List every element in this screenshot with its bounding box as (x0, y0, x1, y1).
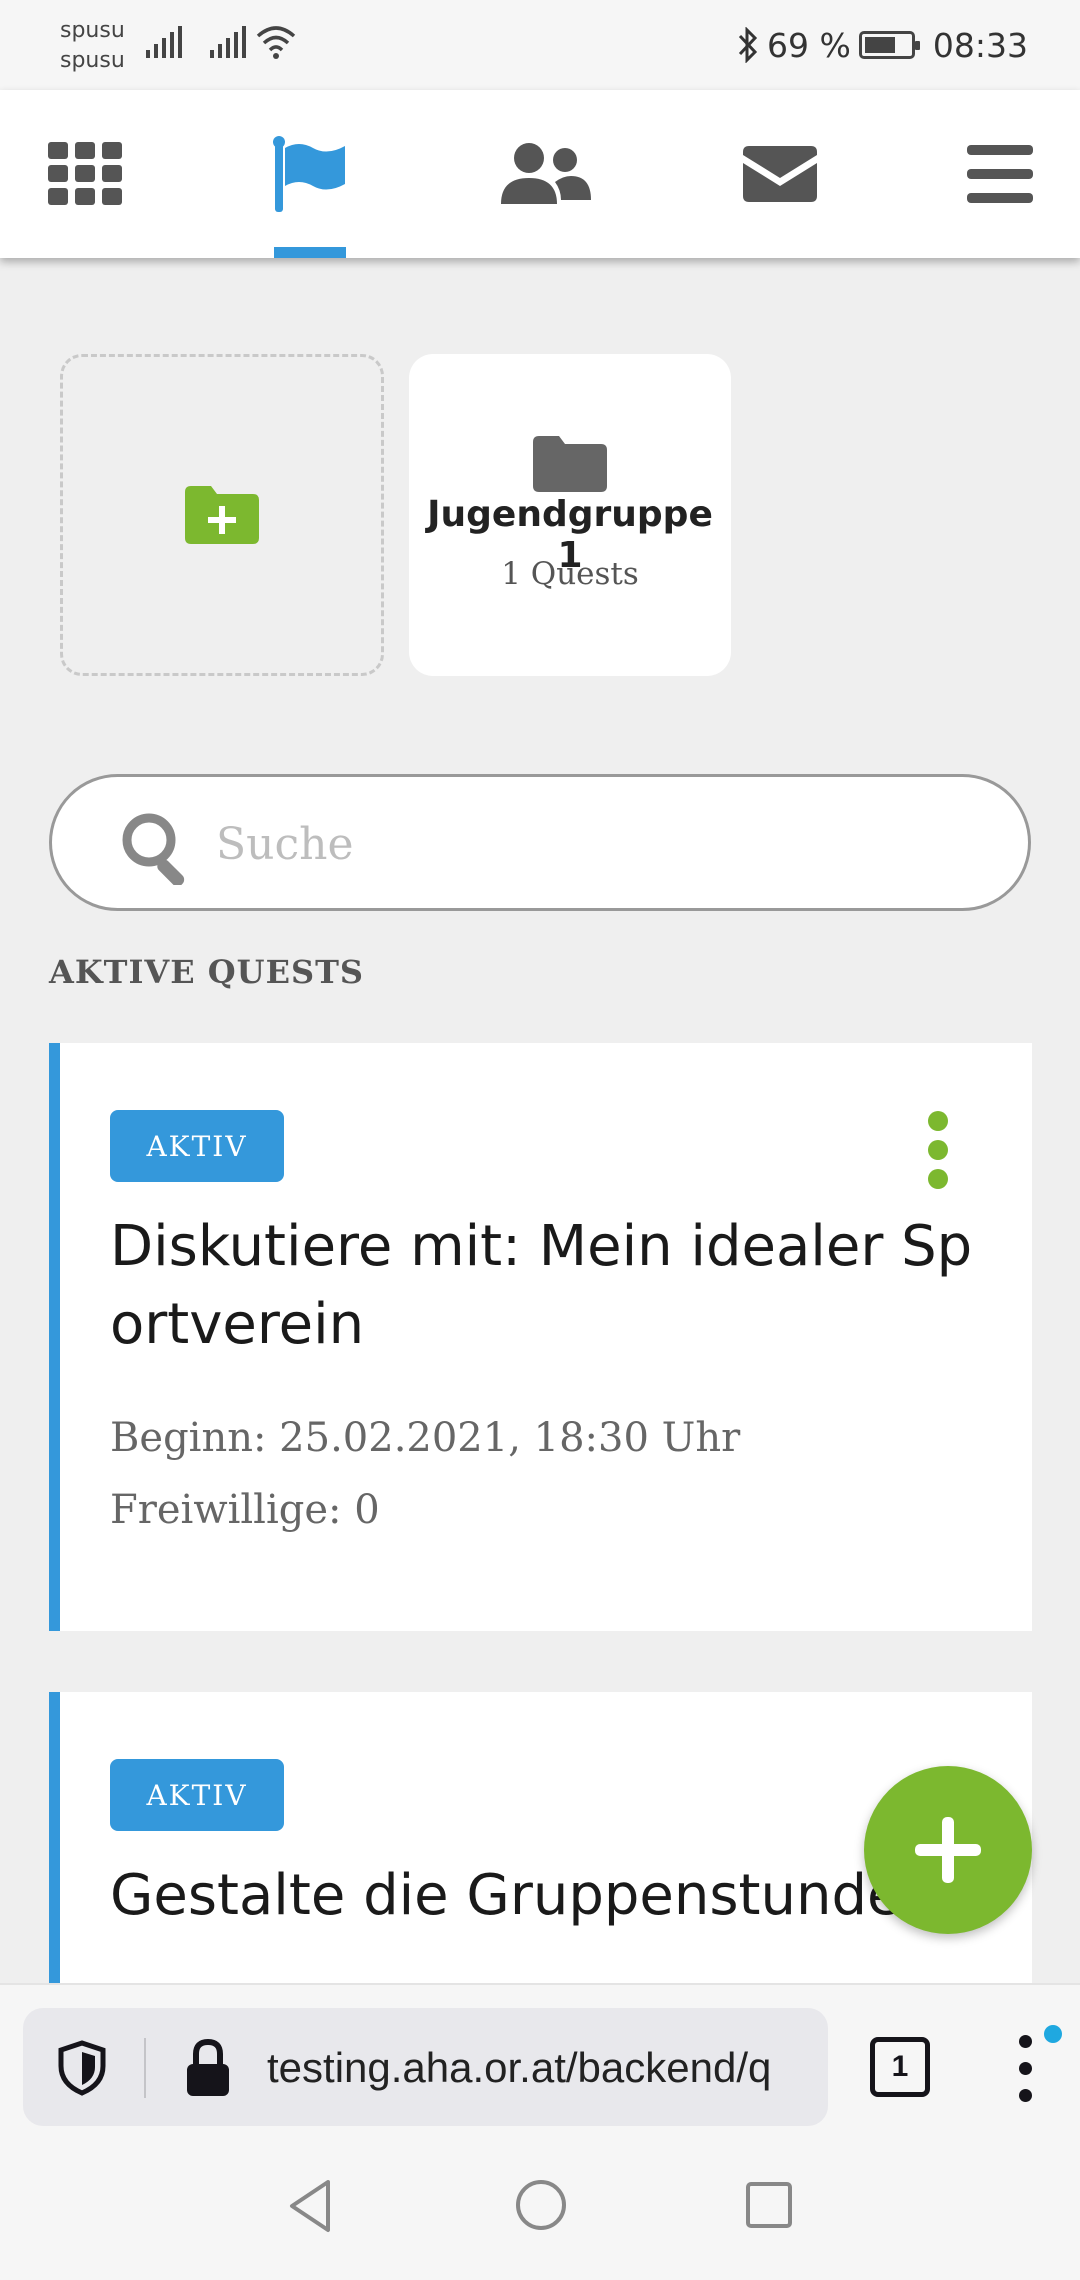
menu-hamburger-icon (967, 145, 1033, 203)
quest-card[interactable]: AKTIV Diskutiere mit: Mein idealer Sport… (49, 1043, 1032, 1631)
battery-fill (864, 37, 895, 53)
active-tab-indicator (274, 247, 346, 258)
dashboard-grid-icon (48, 142, 122, 205)
quest-volunteers: Freiwillige: 0 (110, 1487, 380, 1533)
quest-title[interactable]: Gestalte die Gruppenstunden (110, 1857, 980, 1935)
group-quest-count: 1 Quests (501, 556, 639, 592)
tracking-protection-shield-icon[interactable] (57, 2040, 107, 2096)
wifi-icon (256, 26, 296, 59)
nav-dashboard[interactable] (40, 90, 130, 258)
signal-icon (146, 26, 182, 58)
quest-start: Beginn: 25.02.2021, 18:30 Uhr (110, 1415, 741, 1461)
kebab-dot (928, 1169, 948, 1189)
browser-toolbar: testing.aha.or.at/backend/q 1 (0, 1983, 1080, 2138)
plus-icon (915, 1817, 981, 1883)
status-badge: AKTIV (110, 1110, 284, 1182)
battery-icon (858, 31, 920, 59)
screen: spusu spusu 69 % 08:33 Jugendgruppe 1 1 … (0, 0, 1080, 2280)
browser-menu-button[interactable] (1014, 2035, 1038, 2105)
carrier-2: spusu (60, 48, 125, 73)
bluetooth-icon (738, 27, 758, 63)
kebab-dot (928, 1111, 948, 1131)
nav-menu[interactable] (955, 90, 1045, 258)
status-right: 69 % 08:33 (737, 22, 1028, 68)
status-bar: spusu spusu 69 % 08:33 (0, 0, 1080, 90)
quests-flag-icon (273, 136, 345, 212)
section-title: AKTIVE QUESTS (49, 953, 364, 991)
more-options-button[interactable] (920, 1111, 960, 1191)
carrier-labels: spusu spusu (60, 16, 125, 76)
search-input[interactable] (216, 807, 976, 881)
carrier-1: spusu (60, 18, 125, 43)
recents-icon[interactable] (744, 2180, 794, 2230)
battery-percent: 69 % (767, 25, 851, 65)
address-divider (144, 2038, 146, 2098)
signal-icon (210, 26, 246, 58)
groups-users-icon (501, 143, 591, 204)
group-tile[interactable]: Jugendgruppe 1 1 Quests (409, 354, 731, 676)
address-bar[interactable]: testing.aha.or.at/backend/q (23, 2008, 828, 2126)
nav-quests[interactable] (265, 90, 355, 258)
tab-count-button[interactable]: 1 (870, 2037, 930, 2097)
menu-dot (1019, 2035, 1032, 2048)
home-icon[interactable] (514, 2178, 568, 2232)
folder-icon (533, 436, 607, 492)
back-icon[interactable] (286, 2178, 334, 2234)
menu-dot (1019, 2062, 1032, 2075)
nav-messages[interactable] (735, 90, 825, 258)
messages-envelope-icon (743, 146, 817, 202)
search-icon (122, 813, 185, 885)
top-navigation (0, 90, 1080, 258)
url-text[interactable]: testing.aha.or.at/backend/q (267, 2044, 817, 2092)
status-badge: AKTIV (110, 1759, 284, 1831)
add-group-tile[interactable] (60, 354, 384, 676)
add-quest-fab[interactable] (864, 1766, 1032, 1934)
clock: 08:33 (932, 25, 1028, 65)
notification-dot (1044, 2025, 1062, 2043)
quest-title[interactable]: Diskutiere mit: Mein idealer Sportverein (110, 1208, 980, 1364)
folder-plus-icon (185, 486, 259, 544)
kebab-dot (928, 1140, 948, 1160)
menu-dot (1019, 2089, 1032, 2102)
system-navigation-bar (0, 2138, 1080, 2280)
lock-icon[interactable] (185, 2038, 231, 2098)
search-bar[interactable] (49, 774, 1031, 911)
nav-groups[interactable] (495, 90, 595, 258)
